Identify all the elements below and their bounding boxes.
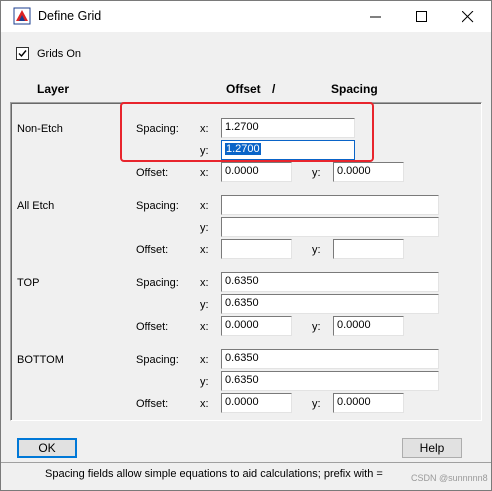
- watermark: CSDN @sunnnnn8: [411, 473, 488, 483]
- bottom-offset-x-input[interactable]: 0.0000: [221, 393, 292, 413]
- non-etch-offset-x-input[interactable]: 0.0000: [221, 162, 292, 182]
- x-label: x:: [200, 354, 209, 366]
- top-spacing-y-input[interactable]: 0.6350: [221, 294, 439, 314]
- all-etch-offset-y-input[interactable]: [333, 239, 404, 259]
- all-etch-spacing-y-input[interactable]: [221, 217, 439, 237]
- maximize-button[interactable]: [399, 1, 445, 32]
- ok-button[interactable]: OK: [17, 438, 77, 458]
- checkmark-icon: [18, 50, 27, 58]
- x-label: x:: [200, 277, 209, 289]
- layer-name-all-etch: All Etch: [17, 200, 55, 212]
- close-button[interactable]: [445, 1, 491, 32]
- spacing-header: Spacing: [331, 82, 378, 96]
- bottom-spacing-x-input[interactable]: 0.6350: [221, 349, 439, 369]
- minimize-icon: [370, 16, 381, 18]
- layer-name-non-etch: Non-Etch: [17, 123, 63, 135]
- y-label: y:: [312, 321, 321, 333]
- grids-on-checkbox[interactable]: [16, 47, 29, 60]
- annotation-highlight-box: [120, 102, 374, 162]
- spacing-label: Spacing:: [136, 354, 179, 366]
- all-etch-spacing-x-input[interactable]: [221, 195, 439, 215]
- define-grid-window: Define Grid Grids On Layer Offset / Spac…: [0, 0, 492, 491]
- close-icon: [462, 11, 474, 23]
- y-label: y:: [312, 244, 321, 256]
- top-offset-y-input[interactable]: 0.0000: [333, 316, 404, 336]
- x-label: x:: [200, 398, 209, 410]
- y-label: y:: [312, 167, 321, 179]
- layer-name-top: TOP: [17, 277, 40, 289]
- x-label: x:: [200, 167, 209, 179]
- header-separator: /: [272, 82, 276, 96]
- top-spacing-x-input[interactable]: 0.6350: [221, 272, 439, 292]
- offset-header: Offset: [226, 82, 261, 96]
- x-label: x:: [200, 200, 209, 212]
- spacing-label: Spacing:: [136, 200, 179, 212]
- y-label: y:: [200, 299, 209, 311]
- title-bar: Define Grid: [1, 1, 491, 32]
- layer-header: Layer: [37, 82, 70, 96]
- app-icon: [13, 7, 31, 25]
- offset-label: Offset:: [136, 398, 169, 410]
- layer-name-bottom: BOTTOM: [17, 354, 64, 366]
- all-etch-offset-x-input[interactable]: [221, 239, 292, 259]
- maximize-icon: [416, 11, 427, 22]
- top-offset-x-input[interactable]: 0.0000: [221, 316, 292, 336]
- grids-on-label[interactable]: Grids On: [37, 48, 81, 60]
- y-label: y:: [200, 222, 209, 234]
- bottom-spacing-y-input[interactable]: 0.6350: [221, 371, 439, 391]
- x-label: x:: [200, 321, 209, 333]
- offset-label: Offset:: [136, 167, 169, 179]
- y-label: y:: [312, 398, 321, 410]
- help-button[interactable]: Help: [402, 438, 462, 458]
- spacing-label: Spacing:: [136, 277, 179, 289]
- offset-label: Offset:: [136, 244, 169, 256]
- window-title: Define Grid: [38, 9, 102, 23]
- bottom-offset-y-input[interactable]: 0.0000: [333, 393, 404, 413]
- offset-label: Offset:: [136, 321, 169, 333]
- minimize-button[interactable]: [353, 1, 399, 32]
- x-label: x:: [200, 244, 209, 256]
- status-text: Spacing fields allow simple equations to…: [45, 468, 383, 480]
- non-etch-offset-y-input[interactable]: 0.0000: [333, 162, 404, 182]
- y-label: y:: [200, 376, 209, 388]
